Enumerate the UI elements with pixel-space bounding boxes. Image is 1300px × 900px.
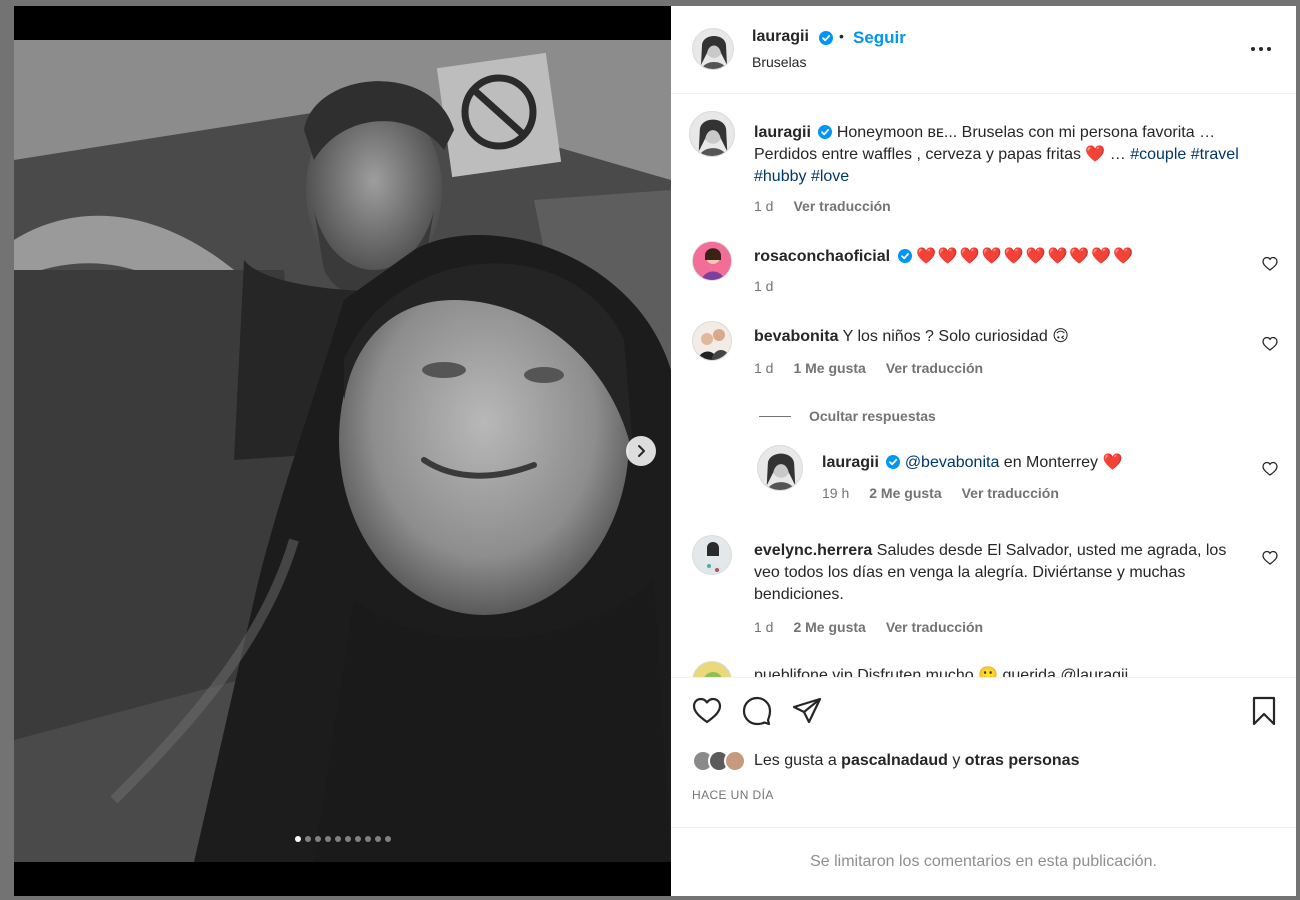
carousel-dot [354,836,361,842]
heart-icon[interactable] [1262,256,1278,272]
header-separator: • [839,28,844,44]
liker-avatar[interactable] [724,750,746,772]
comment-translate-link[interactable]: Ver traducción [886,619,983,635]
comment-avatar[interactable] [692,535,732,575]
reply-time[interactable]: 19 h [822,485,849,501]
chevron-right-icon [638,445,645,457]
replies-divider-line [759,415,791,417]
comment-username[interactable]: bevabonita [754,328,838,345]
reply-text: en Monterrey ❤️ [999,454,1123,471]
author-avatar[interactable] [692,28,734,70]
verified-badge-icon [819,31,833,45]
likes-text: Les gusta a pascalnadaud y otras persona… [754,752,1079,770]
caption-translate-link[interactable]: Ver traducción [793,198,890,214]
caption-text-block: lauragii Honeymoon ʙᴇ... Bruselas con mi… [754,122,1274,188]
post-photo [14,40,671,862]
comment-avatar[interactable] [692,661,732,677]
verified-badge-icon [897,249,912,263]
caption-avatar[interactable] [689,111,735,157]
like-heart-icon[interactable] [692,696,722,726]
hide-replies-toggle[interactable]: Ocultar respuestas [759,408,936,424]
comments-list: lauragii Honeymoon ʙᴇ... Bruselas con mi… [671,95,1296,677]
author-username[interactable]: lauragii [752,28,809,46]
comment-text-block: bevabonita Y los niños ? Solo curiosidad… [754,326,1254,348]
comment-bubble-icon[interactable] [742,696,772,726]
heart-icon[interactable] [1262,336,1278,352]
carousel-dot [364,836,371,842]
comment-avatar[interactable] [692,321,732,361]
comment-likes[interactable]: 1 Me gusta [793,360,865,376]
photo-illustration [14,40,671,862]
comment-text-block: evelync.herrera Saludes desde El Salvado… [754,540,1254,606]
comment-time[interactable]: 1 d [754,619,773,635]
carousel-dot [374,836,381,842]
comment-username[interactable]: evelync.herrera [754,542,872,559]
post-actions: Les gusta a pascalnadaud y otras persona… [671,677,1296,827]
comment-time[interactable]: 1 d [754,360,773,376]
reply-likes[interactable]: 2 Me gusta [869,485,941,501]
caption-time[interactable]: 1 d [754,198,773,214]
heart-icon[interactable] [1262,461,1278,477]
carousel-dot [294,836,301,842]
reply-meta: 19 h 2 Me gusta Ver traducción [822,485,1059,501]
carousel-dot [314,836,321,842]
post-side-panel: lauragii • Seguir Bruselas lauragii Hone… [671,6,1296,896]
comment-meta: 1 d [754,278,773,294]
comment-likes[interactable]: 2 Me gusta [793,619,865,635]
comment-time[interactable]: 1 d [754,278,773,294]
more-options-icon[interactable] [1249,42,1273,56]
post-header: lauragii • Seguir Bruselas [671,6,1296,94]
carousel-dot [304,836,311,842]
comment-meta: 1 d 1 Me gusta Ver traducción [754,360,983,376]
share-send-icon[interactable] [792,696,822,726]
verified-badge-icon [886,455,901,469]
reply-text-block: lauragii @bevabonita en Monterrey ❤️ [822,452,1242,474]
carousel-dot [384,836,391,842]
next-photo-button[interactable] [626,436,656,466]
caption-meta: 1 d Ver traducción [754,198,891,214]
comment-translate-link[interactable]: Ver traducción [886,360,983,376]
likes-mid: y [947,752,965,769]
caption-username[interactable]: lauragii [754,124,811,141]
likes-summary: Les gusta a pascalnadaud y otras persona… [692,750,1079,772]
post-media [14,6,671,896]
carousel-dot [334,836,341,842]
carousel-indicator [14,836,671,842]
hide-replies-label: Ocultar respuestas [809,408,936,424]
reply-translate-link[interactable]: Ver traducción [962,485,1059,501]
likes-prefix: Les gusta a [754,752,842,769]
comment-text-block-partial: pueblifone.vip Disfruten mucho 🙂 querida… [754,665,1254,677]
post-location[interactable]: Bruselas [752,54,806,70]
comment-text: Y los niños ? Solo curiosidad 🙃 [842,328,1069,345]
partial-comment-text: pueblifone.vip Disfruten mucho 🙂 querida… [754,667,1129,677]
bookmark-save-icon[interactable] [1249,696,1279,726]
comment-meta: 1 d 2 Me gusta Ver traducción [754,619,983,635]
comments-limited-notice: Se limitaron los comentarios en esta pub… [671,827,1296,896]
comments-limited-text: Se limitaron los comentarios en esta pub… [810,853,1157,870]
reply-avatar[interactable] [757,445,803,491]
carousel-dot [324,836,331,842]
reply-username[interactable]: lauragii [822,454,879,471]
comment-avatar[interactable] [692,241,732,281]
verified-badge-icon [818,125,833,139]
comment-text-block: rosaconchaoficial ❤️❤️❤️❤️❤️❤️❤️❤️❤️❤️ [754,246,1254,268]
reply-mention[interactable]: @bevabonita [905,454,1000,471]
post-timestamp[interactable]: HACE UN DÍA [692,788,774,802]
likes-others-link[interactable]: otras personas [965,752,1080,769]
comment-text: ❤️❤️❤️❤️❤️❤️❤️❤️❤️❤️ [915,248,1136,265]
follow-button[interactable]: Seguir [853,28,906,48]
heart-icon[interactable] [1262,550,1278,566]
carousel-dot [344,836,351,842]
likes-user-link[interactable]: pascalnadaud [841,752,948,769]
comment-username[interactable]: rosaconchaoficial [754,248,890,265]
